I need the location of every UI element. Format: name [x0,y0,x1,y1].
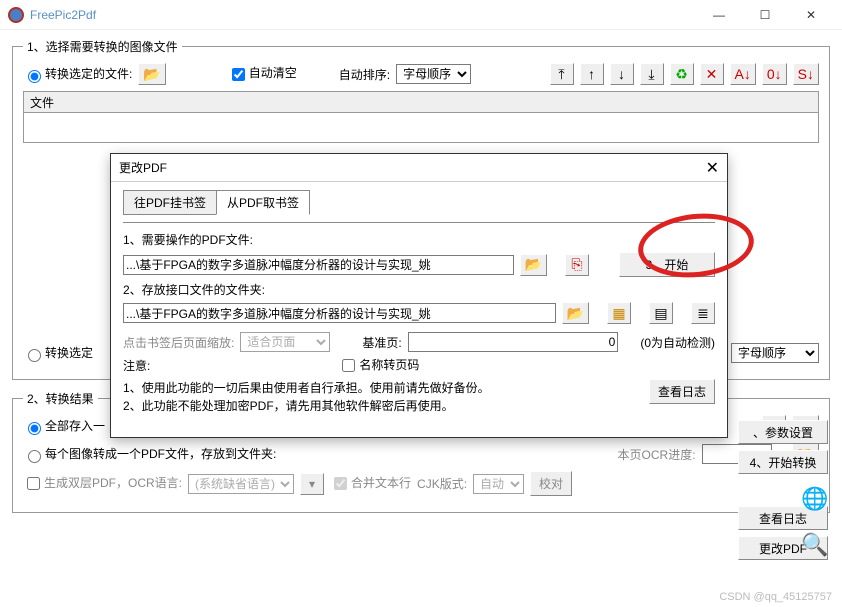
start-convert-button[interactable]: 4、开始转换 [738,450,828,474]
sort-s-button[interactable]: S↓ [793,63,819,85]
move-down-button[interactable]: ↓ [610,63,634,85]
aux1-button[interactable]: ▦ [607,302,631,324]
globe-icon[interactable]: 🌐 [796,480,834,518]
lang-more-button: ▾ [300,473,324,495]
merge-text-checkbox: 合并文本行 [330,474,411,493]
change-pdf-dialog: 更改PDF ✕ 往PDF挂书签 从PDF取书签 1、需要操作的PDF文件: 📂 … [110,153,728,438]
close-button[interactable]: ✕ [788,0,834,30]
notice-line2: 2、此功能不能处理加密PDF，请先用其他软件解密后再使用。 [123,397,643,415]
params-button[interactable]: 、参数设置 [738,420,828,444]
radio-selected-folder[interactable]: 转换选定 [23,344,93,362]
watermark: CSDN @qq_45125757 [719,591,832,603]
output-folder-input[interactable] [123,303,556,323]
label-output-folder: 2、存放接口文件的文件夹: [123,281,715,298]
auto-sort-label: 自动排序: [339,66,390,83]
zoom-select: 适合页面 [240,332,330,352]
zoom-label: 点击书签后页面缩放: [123,334,234,351]
move-top-button[interactable]: ⤒ [550,63,574,85]
tab-attach-bookmark[interactable]: 往PDF挂书签 [123,190,217,215]
sort2-select[interactable]: 字母顺序 [731,343,819,363]
aux3-button[interactable]: ≣ [691,302,715,324]
aux2-button[interactable]: ▤ [649,302,673,324]
app-icon [8,7,24,23]
basepage-input[interactable] [408,332,619,352]
refresh-button[interactable]: ♻ [670,63,694,85]
auto-clear-checkbox[interactable]: 自动清空 [228,64,297,83]
magnify-icon[interactable]: 🔍 [796,526,834,564]
proof-button: 校对 [530,471,572,496]
file-list-header[interactable]: 文件 [23,91,819,113]
tab-extract-bookmark[interactable]: 从PDF取书签 [216,190,310,215]
browse-folder-button[interactable]: 📂 [562,302,589,324]
basepage-hint: (0为自动检测) [640,334,715,351]
section1-legend: 1、选择需要转换的图像文件 [23,38,182,55]
pdf-file-input[interactable] [123,255,514,275]
move-up-button[interactable]: ↑ [580,63,604,85]
radio-selected-files[interactable]: 转换选定的文件: [23,65,132,83]
delete-button[interactable]: ✕ [700,63,724,85]
sort-az-button[interactable]: A↓ [730,63,756,85]
cjk-select: 自动 [473,474,524,494]
auto-sort-select[interactable]: 字母顺序 [396,64,471,84]
gen-double-pdf-checkbox[interactable]: 生成双层PDF，OCR语言: [23,474,182,493]
move-bottom-button[interactable]: ⤓ [640,63,664,85]
notice-label: 注意: [123,357,150,374]
section2-legend: 2、转换结果 [23,390,98,407]
dialog-close-button[interactable]: ✕ [706,158,719,178]
view-pdf-button[interactable]: ⎘ [565,254,589,276]
window-titlebar: FreePic2Pdf — ☐ ✕ [0,0,842,30]
minimize-button[interactable]: — [696,0,742,30]
label-pdf-file: 1、需要操作的PDF文件: [123,231,715,248]
basepage-label: 基准页: [362,334,401,351]
dialog-start-button[interactable]: 3、开始 [619,252,715,277]
browse-pdf-button[interactable]: 📂 [520,254,547,276]
radio-per-image[interactable]: 每个图像转成一个PDF文件，存放到文件夹: [23,445,276,463]
file-list[interactable] [23,113,819,143]
open-files-button[interactable]: 📂 [138,63,165,85]
window-title: FreePic2Pdf [30,8,696,22]
dialog-title: 更改PDF [119,159,706,176]
cjk-label: CJK版式: [417,475,467,492]
maximize-button[interactable]: ☐ [742,0,788,30]
recode-checkbox[interactable]: 名称转页码 [338,356,419,375]
sort-num-button[interactable]: 0↓ [762,63,787,85]
ocr-lang-select: (系统缺省语言) [188,474,294,494]
radio-save-one[interactable]: 全部存入一 [23,417,105,435]
ocr-progress-label: 本页OCR进度: [618,446,696,463]
dialog-view-log-button[interactable]: 查看日志 [649,379,715,404]
notice-line1: 1、使用此功能的一切后果由使用者自行承担。使用前请先做好备份。 [123,379,643,397]
